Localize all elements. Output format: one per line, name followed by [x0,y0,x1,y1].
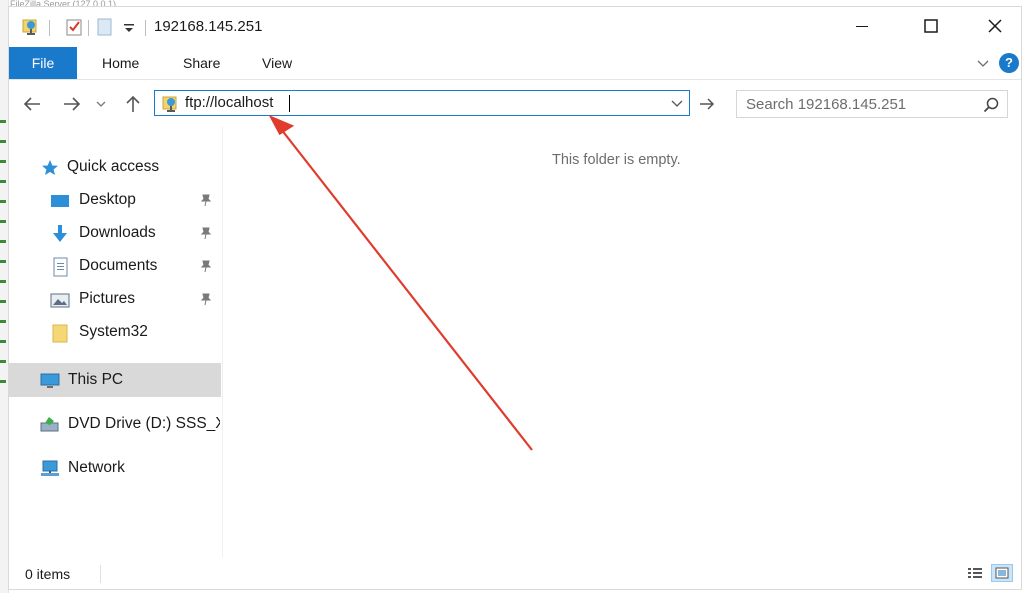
star-icon [42,160,58,175]
tab-share[interactable]: Share [183,47,220,79]
pin-icon[interactable] [199,292,213,306]
large-icons-view-button[interactable] [991,564,1013,582]
nav-documents[interactable]: Documents [9,250,221,282]
up-button[interactable] [121,91,145,117]
arrow-right-icon [700,98,715,110]
nav-dvd-drive[interactable]: DVD Drive (D:) SSS_X6 [9,408,221,440]
forward-button[interactable] [60,91,84,117]
maximize-button[interactable] [908,7,954,45]
text-cursor [289,95,290,112]
empty-folder-message: This folder is empty. [552,152,681,168]
new-folder-icon[interactable] [95,17,115,37]
back-button[interactable] [20,91,44,117]
address-input[interactable]: ftp://localhost [185,94,273,111]
customize-qa-dropdown-icon[interactable] [119,17,139,37]
arrow-up-icon [126,95,140,112]
expand-ribbon-button[interactable] [973,53,993,73]
window-title: 192168.145.251 [154,18,263,35]
search-icon[interactable] [983,97,999,113]
pin-icon[interactable] [199,226,213,240]
arrow-right-icon [64,97,81,111]
navigation-bar: ftp://localhost Search 192168.145.251 [9,87,1021,121]
details-view-button[interactable] [964,564,986,582]
nav-desktop[interactable]: Desktop [9,184,221,216]
nav-this-pc[interactable]: This PC [9,363,221,397]
tab-home[interactable]: Home [102,47,139,79]
close-button[interactable] [972,7,1018,45]
close-icon [988,19,1002,33]
pin-icon[interactable] [199,259,213,273]
search-input[interactable]: Search 192168.145.251 [746,96,906,113]
details-view-icon [968,568,982,578]
pane-divider[interactable] [222,127,223,557]
address-bar[interactable]: ftp://localhost [154,90,690,116]
tab-file[interactable]: File [9,47,77,79]
large-icons-view-icon [995,567,1009,579]
nav-quick-access[interactable]: Quick access [9,151,221,183]
search-box[interactable]: Search 192168.145.251 [736,90,1008,118]
ftp-location-icon [162,96,177,112]
chevron-down-icon [96,101,106,107]
chevron-down-icon [977,60,989,67]
chevron-down-icon[interactable] [671,99,683,108]
go-button[interactable] [695,91,719,117]
dvd-drive-icon [40,417,59,432]
nav-downloads[interactable]: Downloads [9,217,221,249]
nav-network[interactable]: Network [9,452,221,484]
properties-icon[interactable] [64,17,84,37]
items-count: 0 items [25,566,71,582]
navigation-pane: Quick access Desktop Downloads Documents… [9,127,221,557]
file-explorer-window: 192168.145.251 File Home Share View ? ft… [8,6,1022,590]
nav-system32[interactable]: System32 [9,316,221,348]
computer-icon [40,373,60,388]
pin-icon[interactable] [199,193,213,207]
nav-pictures[interactable]: Pictures [9,283,221,315]
arrow-left-icon [23,97,40,111]
documents-icon [53,257,68,277]
pictures-icon [50,293,70,308]
minimize-button[interactable] [839,7,885,45]
status-bar: 0 items [9,560,1021,588]
tab-view[interactable]: View [262,47,292,79]
folder-icon [52,324,68,343]
ribbon-tabs: File Home Share View ? [9,47,1021,80]
recent-locations-button[interactable] [94,91,108,117]
title-bar: 192168.145.251 [9,7,1021,47]
downloads-icon [53,225,67,242]
network-icon [41,460,59,476]
help-button[interactable]: ? [999,53,1019,73]
maximize-icon [924,19,938,33]
ftp-folder-icon[interactable] [21,17,41,37]
minimize-icon [856,26,868,27]
desktop-icon [51,195,69,207]
